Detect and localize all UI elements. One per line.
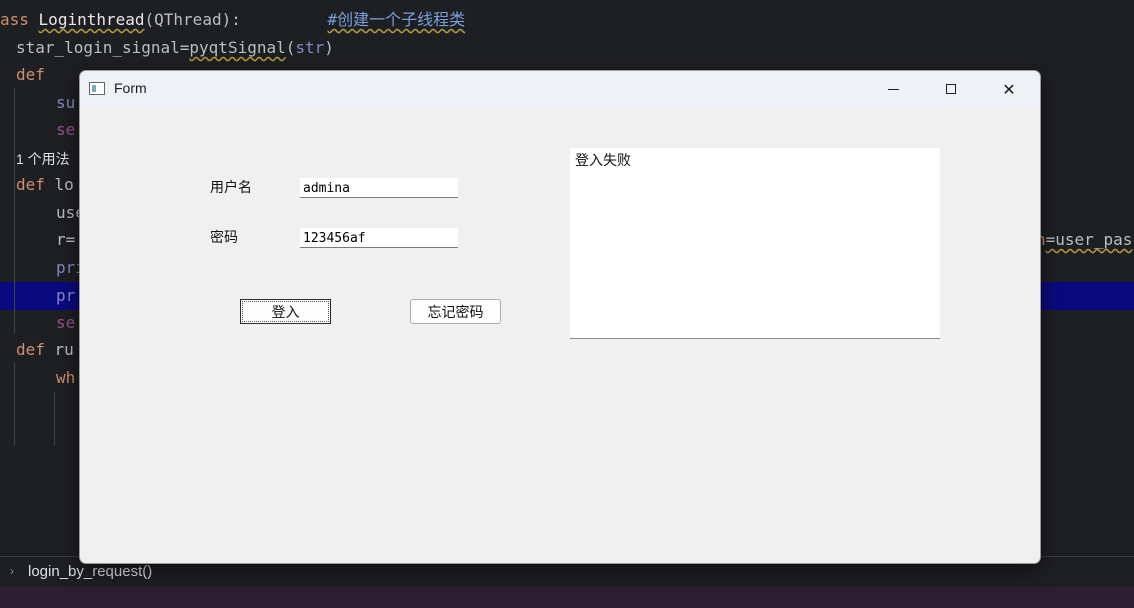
- output-message: 登入失败: [575, 153, 631, 169]
- minimize-button[interactable]: [864, 71, 922, 107]
- chevron-right-icon: ›: [10, 564, 14, 578]
- indent-guide: [14, 88, 15, 334]
- code-line-while: wh: [56, 368, 76, 387]
- code-line-def: def: [16, 65, 45, 84]
- code-line-def: def ru: [16, 340, 74, 359]
- qt-window-icon: [89, 82, 105, 95]
- forgot-password-button[interactable]: 忘记密码: [410, 299, 501, 324]
- username-input[interactable]: [300, 178, 458, 198]
- indent-guide: [14, 362, 15, 446]
- title-bar[interactable]: Form ✕: [80, 71, 1040, 107]
- maximize-button[interactable]: [922, 71, 980, 107]
- code-line-overflow: n=user_pas: [1036, 230, 1133, 249]
- code-line-class: ass Loginthread(QThread): #创建一个子线程类: [0, 10, 466, 29]
- indent-guide: [54, 392, 55, 446]
- code-line: se: [56, 313, 76, 332]
- code-line: r=: [56, 230, 76, 249]
- usages-hint[interactable]: 1 个用法: [16, 149, 70, 169]
- password-input[interactable]: [300, 228, 458, 248]
- code-line: su: [56, 93, 76, 112]
- close-button[interactable]: ✕: [980, 71, 1038, 107]
- output-text-browser[interactable]: 登入失败: [570, 148, 940, 339]
- breadcrumb-item[interactable]: login_by_request(): [28, 563, 152, 580]
- code-line: se: [56, 120, 76, 139]
- code-line-def: def lo: [16, 175, 74, 194]
- taskbar: [0, 587, 1134, 608]
- username-label: 用户名: [210, 180, 252, 196]
- close-icon: ✕: [1002, 79, 1016, 99]
- window-title: Form: [114, 80, 147, 96]
- login-button[interactable]: 登入: [240, 299, 331, 324]
- code-line: pr: [56, 286, 76, 305]
- code-line-signal: star_login_signal=pyqtSignal(str): [16, 38, 334, 57]
- minimize-icon: [887, 88, 899, 90]
- maximize-icon: [946, 84, 956, 94]
- form-window: Form ✕ 用户名 密码 登入 忘记密码 登入失败: [79, 70, 1041, 564]
- password-label: 密码: [210, 230, 238, 246]
